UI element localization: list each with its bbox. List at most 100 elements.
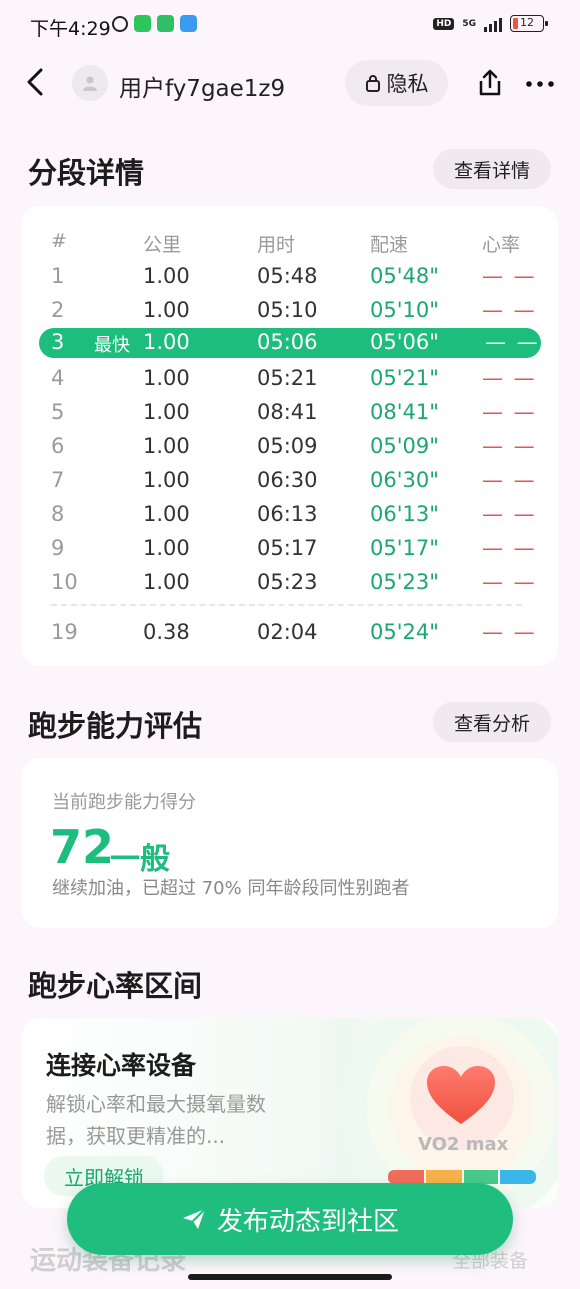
share-icon <box>479 69 501 96</box>
row-index: 8 <box>51 502 65 526</box>
fastest-tag: 最快 <box>94 335 130 356</box>
row-time: 02:04 <box>257 620 318 644</box>
score-label: 当前跑步能力得分 <box>52 792 196 813</box>
vo2-bar-segment <box>464 1170 498 1184</box>
ability-level: 一般 <box>110 842 170 877</box>
more-icon <box>526 81 554 87</box>
hd-badge: HD <box>433 17 455 30</box>
table-row: 5 1.00 08:41 08'41" — — <box>22 400 558 430</box>
signal-icon <box>484 16 502 32</box>
row-km: 1.00 <box>143 366 190 390</box>
col-heart-rate: 心率 <box>482 234 521 256</box>
row-hr: — — <box>482 502 537 526</box>
fastest-split-row: 3 最快 1.00 05:06 05'06" — — <box>39 328 541 358</box>
splits-card: # 公里 用时 配速 心率 1 1.00 05:48 05'48" — — 2 … <box>22 206 558 666</box>
row-pace: 08'41" <box>370 400 439 424</box>
table-row: 10 1.00 05:23 05'23" — — <box>22 570 558 600</box>
row-pace: 05'09" <box>370 434 439 458</box>
table-row: 2 1.00 05:10 05'10" — — <box>22 298 558 328</box>
connect-device-title: 连接心率设备 <box>46 1051 197 1080</box>
col-km: 公里 <box>143 234 182 256</box>
row-pace: 05'10" <box>370 298 439 322</box>
row-pace: 05'23" <box>370 570 439 594</box>
back-button[interactable] <box>18 62 52 102</box>
view-analysis-button[interactable]: 查看分析 <box>433 702 551 742</box>
splits-table-header: # 公里 用时 配速 心率 <box>22 230 558 260</box>
row-hr: — — <box>482 400 537 424</box>
col-pace: 配速 <box>370 234 409 256</box>
shield-app-icon <box>157 15 174 32</box>
heart-rate-title: 跑步心率区间 <box>28 969 203 1003</box>
lock-icon <box>365 75 380 92</box>
ability-title: 跑步能力评估 <box>28 709 203 743</box>
row-hr: — — <box>482 366 537 390</box>
vo2-max-label: VO2 max <box>418 1134 509 1155</box>
row-hr: — — <box>482 468 537 492</box>
avatar[interactable] <box>72 65 108 101</box>
row-hr: — — <box>482 264 537 288</box>
col-time: 用时 <box>257 234 296 256</box>
row-km: 1.00 <box>143 570 190 594</box>
row-time: 05:06 <box>257 330 318 354</box>
row-index: 4 <box>51 366 65 390</box>
row-hr: — — <box>482 298 537 322</box>
row-pace: 05'17" <box>370 536 439 560</box>
table-row: 6 1.00 05:09 05'09" — — <box>22 434 558 464</box>
row-time: 05:17 <box>257 536 318 560</box>
col-index: # <box>51 230 67 252</box>
row-index: 19 <box>51 620 78 644</box>
row-km: 1.00 <box>143 400 190 424</box>
row-index: 10 <box>51 570 78 594</box>
table-row: 4 1.00 05:21 05'21" — — <box>22 366 558 396</box>
row-pace: 05'24" <box>370 620 439 644</box>
user-icon <box>83 76 97 91</box>
row-index: 2 <box>51 298 65 322</box>
battery-level: 12 <box>520 16 534 29</box>
row-hr: — — <box>482 434 537 458</box>
row-km: 1.00 <box>143 264 190 288</box>
row-time: 05:21 <box>257 366 318 390</box>
privacy-label: 隐私 <box>386 72 429 96</box>
row-pace: 05'21" <box>370 366 439 390</box>
row-time: 05:23 <box>257 570 318 594</box>
more-button[interactable] <box>522 70 558 96</box>
row-hr: — — <box>482 570 537 594</box>
row-index: 6 <box>51 434 65 458</box>
publish-to-community-button[interactable]: 发布动态到社区 <box>67 1183 513 1255</box>
row-index: 3 <box>51 330 65 354</box>
row-index: 7 <box>51 468 65 492</box>
publish-label: 发布动态到社区 <box>216 1206 399 1237</box>
row-pace: 05'48" <box>370 264 439 288</box>
row-km: 1.00 <box>143 298 190 322</box>
wechat-icon <box>134 15 151 32</box>
table-row: 9 1.00 05:17 05'17" — — <box>22 536 558 566</box>
home-indicator[interactable] <box>188 1274 392 1280</box>
row-pace: 05'06" <box>370 330 439 354</box>
row-km: 1.00 <box>143 502 190 526</box>
row-time: 05:10 <box>257 298 318 322</box>
row-time: 06:30 <box>257 468 318 492</box>
row-pace: 06'30" <box>370 468 439 492</box>
table-row: 8 1.00 06:13 06'13" — — <box>22 502 558 532</box>
vo2-bar-segment <box>426 1170 462 1184</box>
row-time: 05:48 <box>257 264 318 288</box>
row-index: 9 <box>51 536 65 560</box>
privacy-button[interactable]: 隐私 <box>345 60 448 106</box>
row-km: 0.38 <box>143 620 190 644</box>
table-row: 1 1.00 05:48 05'48" — — <box>22 264 558 294</box>
app-icon <box>180 15 197 32</box>
row-time: 05:09 <box>257 434 318 458</box>
share-button[interactable] <box>470 63 510 103</box>
row-km: 1.00 <box>143 468 190 492</box>
row-time: 08:41 <box>257 400 318 424</box>
row-divider <box>51 604 522 606</box>
battery-icon: 12 <box>510 15 548 32</box>
send-icon <box>182 1208 206 1229</box>
network-label: 5G <box>462 18 476 29</box>
row-index: 1 <box>51 264 65 288</box>
connect-device-desc: 解锁心率和最大摄氧量数据，获取更精准的... <box>46 1092 266 1148</box>
view-details-button[interactable]: 查看详情 <box>433 149 551 189</box>
row-km: 1.00 <box>143 330 190 354</box>
username: 用户fy7gae1z9 <box>119 76 286 102</box>
row-hr: — — <box>482 536 537 560</box>
